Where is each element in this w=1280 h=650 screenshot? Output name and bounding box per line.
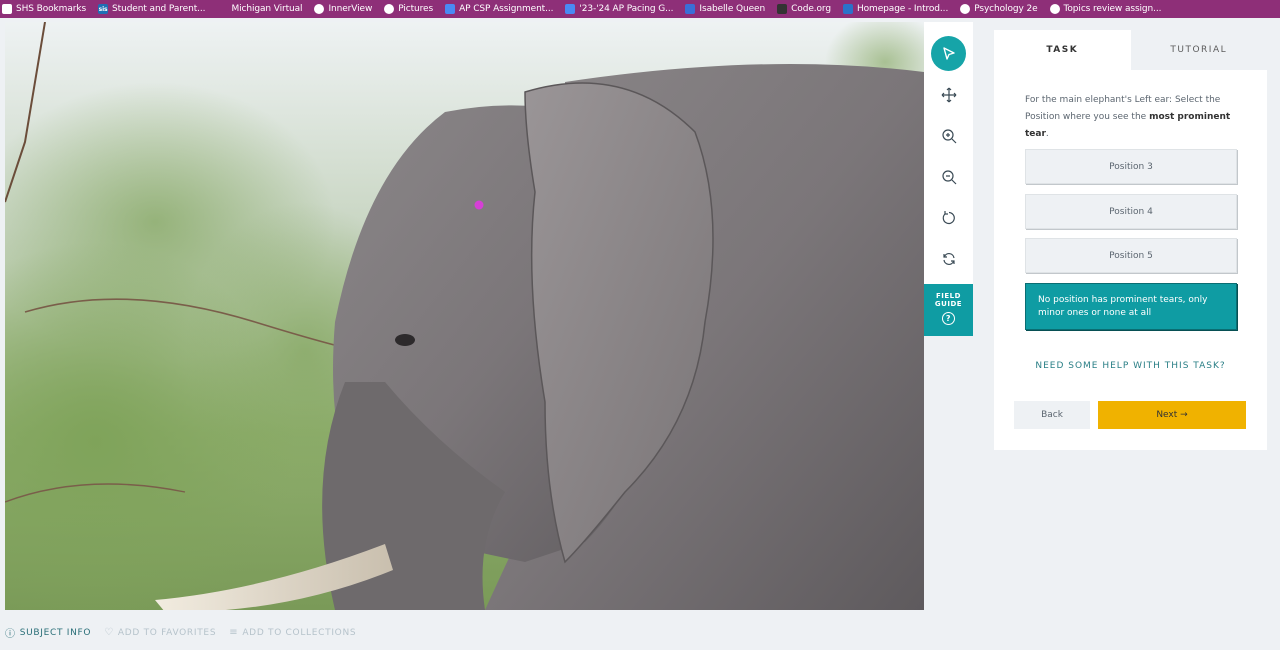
tab-task[interactable]: TASK (994, 30, 1131, 70)
rotate-icon (942, 210, 955, 224)
zoom-out-button[interactable] (931, 159, 966, 194)
subject-info-button[interactable]: ⓘ SUBJECT INFO (5, 625, 91, 641)
bookmark-michigan-virtual[interactable]: Michigan Virtual (217, 4, 303, 14)
annotate-tool-button[interactable] (931, 36, 966, 71)
add-to-collections-button[interactable]: ≡ ADD TO COLLECTIONS (229, 627, 356, 638)
zoom-in-icon (941, 128, 956, 143)
help-circle-icon: ? (942, 312, 955, 325)
add-to-favorites-button[interactable]: ♡ ADD TO FAVORITES (104, 627, 216, 638)
info-icon: ⓘ (5, 629, 16, 640)
innerview-icon (314, 4, 325, 14)
bookmark-code-org[interactable]: Code.org (777, 4, 831, 14)
globe-icon (960, 4, 971, 14)
move-icon (941, 87, 956, 102)
back-button[interactable]: Back (1014, 401, 1090, 429)
next-button[interactable]: Next → (1098, 401, 1246, 429)
bookmarks-bar: SHS Bookmarks sis Student and Parent... M… (0, 0, 1280, 18)
sis-icon: sis (98, 4, 109, 14)
subject-meta-bar: ⓘ SUBJECT INFO ♡ ADD TO FAVORITES ≡ ADD TO … (5, 625, 369, 640)
answer-position-5[interactable]: Position 5 (1025, 238, 1237, 273)
field-guide-button[interactable]: FIELD GUIDE ? (924, 284, 973, 336)
mv-icon (217, 4, 228, 14)
task-panel: TASK TUTORIAL For the main elephant's Le… (994, 30, 1267, 450)
folder-icon (2, 4, 12, 14)
bookmark-homepage[interactable]: Homepage - Introd... (842, 4, 948, 14)
list-icon: ≡ (229, 627, 239, 638)
bookmark-pictures[interactable]: Pictures (384, 4, 433, 14)
elephant-photo (5, 22, 924, 610)
bookmark-ap-pacing[interactable]: '23-'24 AP Pacing G... (565, 4, 674, 14)
answer-position-3[interactable]: Position 3 (1025, 149, 1237, 184)
bookmark-isabelle-queen[interactable]: Isabelle Queen (685, 4, 765, 14)
panel-tabs: TASK TUTORIAL (994, 30, 1267, 70)
bookmark-topics-review[interactable]: Topics review assign... (1049, 4, 1162, 14)
annotation-marker[interactable] (474, 200, 484, 210)
bookmark-innerview[interactable]: InnerView (314, 4, 372, 14)
bookmark-student-parent[interactable]: sis Student and Parent... (98, 4, 206, 14)
zoom-in-button[interactable] (931, 118, 966, 153)
zoom-out-icon (941, 169, 956, 184)
heart-icon: ♡ (104, 627, 114, 638)
pictures-icon (384, 4, 395, 14)
docs-icon (565, 4, 576, 14)
globe-icon (1049, 4, 1060, 14)
docs-icon (445, 4, 456, 14)
tab-tutorial[interactable]: TUTORIAL (1130, 30, 1267, 70)
bookmark-ap-csp[interactable]: AP CSP Assignment... (445, 4, 553, 14)
rotate-button[interactable] (931, 200, 966, 235)
subject-image[interactable] (5, 22, 924, 610)
codeorg-icon (777, 4, 788, 14)
answer-position-4[interactable]: Position 4 (1025, 194, 1237, 229)
classroom-icon (685, 4, 696, 14)
move-tool-button[interactable] (931, 77, 966, 112)
reset-icon (942, 252, 955, 265)
bookmark-psychology[interactable]: Psychology 2e (960, 4, 1038, 14)
task-help-link[interactable]: NEED SOME HELP WITH THIS TASK? (994, 361, 1267, 371)
reset-button[interactable] (931, 241, 966, 276)
answer-no-prominent-tears[interactable]: No position has prominent tears, only mi… (1025, 283, 1237, 330)
homepage-icon (842, 4, 853, 14)
bookmark-shs[interactable]: SHS Bookmarks (2, 4, 86, 14)
task-instructions: For the main elephant's Left ear: Select… (1025, 95, 1231, 139)
pointer-icon (942, 46, 955, 60)
